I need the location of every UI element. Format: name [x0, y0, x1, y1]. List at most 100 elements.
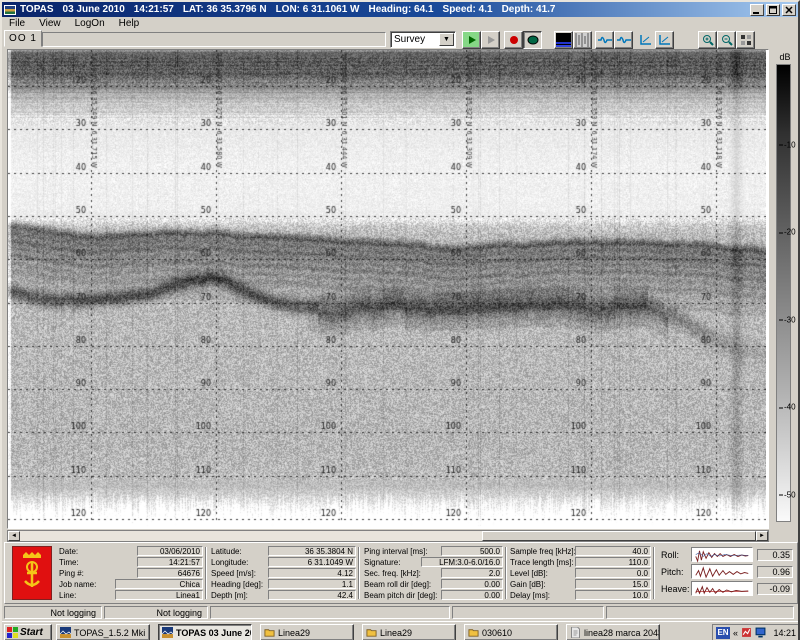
motion-row: Roll:0.35: [661, 546, 797, 563]
field-value: Chica: [115, 579, 203, 589]
field-label: Line:: [59, 591, 115, 600]
motion-waveform: [691, 564, 753, 579]
mode-select[interactable]: Survey ▼: [390, 31, 456, 48]
info-field-row: Level [dB]:0.0: [510, 568, 651, 578]
field-value: 42.4: [268, 590, 356, 600]
system-tray[interactable]: EN « 14:21: [712, 624, 800, 640]
field-value: 500.0: [441, 546, 503, 556]
menu-help[interactable]: Help: [112, 18, 147, 29]
motion-value: 0.35: [757, 549, 793, 561]
motion-label: Pitch:: [661, 567, 691, 577]
zoom-in-button[interactable]: [698, 31, 717, 49]
trace-a-button[interactable]: [595, 31, 614, 49]
info-group: Sample freq [kHz]:40.0Trace length [ms]:…: [510, 546, 651, 601]
start-button[interactable]: Start: [4, 624, 52, 640]
field-label: Depth [m]:: [211, 591, 268, 600]
motion-waveform: [691, 547, 753, 562]
scope-b-button[interactable]: [655, 31, 674, 49]
field-value: 15.0: [575, 579, 651, 589]
raw-trace-view-button[interactable]: [573, 31, 592, 49]
field-value: 64676: [137, 568, 203, 578]
field-value: 03/06/2010: [137, 546, 203, 556]
colorbar-tick: -30: [779, 315, 796, 324]
scroll-thumb[interactable]: [482, 531, 756, 541]
taskbar-item-label: linea28 marca 2043 SCG ...: [584, 628, 660, 638]
field-label: Signature:: [364, 558, 421, 567]
info-field-row: Trace length [ms]:110.0: [510, 557, 651, 567]
menu-bar: FileViewLogOnHelp: [2, 17, 798, 30]
field-value: LFM:3.0-6.0/16.0: [421, 557, 503, 567]
info-field-row: Heading [deg]:1.1: [211, 579, 356, 589]
mode-select-value: Survey: [391, 34, 438, 45]
toolbar: OO 1 Survey ▼: [2, 30, 798, 49]
start-label: Start: [20, 627, 43, 638]
topas-icon: [60, 627, 71, 638]
taskbar-item[interactable]: 030610: [464, 624, 558, 640]
field-label: Date:: [59, 547, 137, 556]
info-field-row: Longitude:6 31.1049 W: [211, 557, 356, 567]
folder-icon: [264, 627, 275, 638]
taskbar-item[interactable]: Linea29: [260, 624, 354, 640]
record-button[interactable]: [504, 31, 523, 49]
taskbar-item[interactable]: TOPAS 03 June 201...: [158, 624, 252, 640]
info-field-row: Time:14:21:57: [59, 557, 203, 567]
folder-icon: [366, 627, 377, 638]
minimize-button[interactable]: [750, 4, 764, 16]
zoom-reset-button[interactable]: [736, 31, 755, 49]
maximize-button[interactable]: [766, 4, 780, 16]
info-field-row: Ping interval [ms]:500.0: [364, 546, 503, 556]
menu-file[interactable]: File: [2, 18, 32, 29]
echogram-canvas[interactable]: [8, 50, 766, 527]
info-field-row: Sample freq [kHz]:40.0: [510, 546, 651, 556]
motion-row: Heave: -0.09: [661, 580, 797, 597]
tray-chevron[interactable]: «: [733, 628, 738, 638]
info-field-row: Speed [m/s]:4.12: [211, 568, 356, 578]
step-button[interactable]: [481, 31, 500, 49]
menu-view[interactable]: View: [32, 18, 68, 29]
info-field-row: Line:Linea1: [59, 590, 203, 600]
close-button[interactable]: [782, 4, 796, 16]
zoom-out-button[interactable]: [717, 31, 736, 49]
menu-logon[interactable]: LogOn: [68, 18, 112, 29]
chevron-down-icon[interactable]: ▼: [439, 33, 454, 46]
status-cell: [452, 606, 604, 619]
taskbar-item[interactable]: Linea29: [362, 624, 456, 640]
language-indicator[interactable]: EN: [716, 627, 730, 639]
tray-display-icon[interactable]: [755, 627, 766, 638]
colorbar-tick: -10: [779, 140, 796, 149]
field-value: 40.0: [575, 546, 651, 556]
windows-logo-icon: [7, 627, 18, 638]
field-value: 1.1: [268, 579, 356, 589]
taskbar-item[interactable]: linea28 marca 2043 SCG ...: [566, 624, 660, 640]
echogram-view-button[interactable]: [554, 31, 573, 49]
trace-b-button[interactable]: [614, 31, 633, 49]
event-mark-button[interactable]: [523, 31, 542, 49]
motion-value: 0.96: [757, 566, 793, 578]
topas-icon: [162, 627, 173, 638]
motion-value: -0.09: [757, 583, 793, 595]
play-button[interactable]: [462, 31, 481, 49]
scroll-right-button[interactable]: ►: [756, 531, 768, 541]
status-cell: Not logging: [104, 606, 208, 619]
scope-a-button[interactable]: [636, 31, 655, 49]
info-field-row: Beam pitch dir [deg]:0.00: [364, 590, 503, 600]
scroll-left-button[interactable]: ◄: [8, 531, 20, 541]
field-label: Time:: [59, 558, 137, 567]
window-title: TOPAS03 June 201014:21:57LAT: 36 35.3796…: [20, 4, 750, 15]
field-label: Sec. freq. [kHz]:: [364, 569, 441, 578]
field-value: 10.0: [575, 590, 651, 600]
display-tab[interactable]: OO 1: [4, 30, 42, 47]
document-icon: [570, 627, 581, 638]
info-field-row: Delay [ms]:10.0: [510, 590, 651, 600]
taskbar-item[interactable]: TOPAS_1.5.2 Mki: [56, 624, 150, 640]
field-value: Linea1: [115, 590, 203, 600]
horizontal-scrollbar[interactable]: ◄ ►: [7, 530, 769, 542]
divider: [205, 547, 207, 599]
motion-label: Heave:: [661, 584, 691, 594]
colorbar-tick: -50: [779, 491, 796, 500]
info-field-row: Gain [dB]:15.0: [510, 579, 651, 589]
tray-app-icon[interactable]: [741, 627, 752, 638]
divider: [653, 547, 655, 599]
title-bar[interactable]: TOPAS03 June 201014:21:57LAT: 36 35.3796…: [2, 2, 798, 17]
info-field-row: Beam roll dir [deg]:0.00: [364, 579, 503, 589]
